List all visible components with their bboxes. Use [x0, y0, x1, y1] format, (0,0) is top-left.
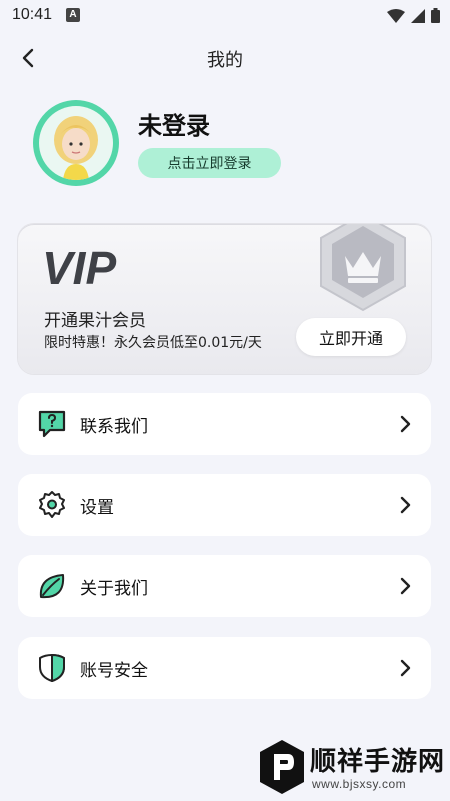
vip-logo-text: VIP — [42, 242, 116, 290]
vip-open-button[interactable]: 立即开通 — [296, 318, 406, 356]
avatar-image — [39, 106, 113, 180]
status-bar: 10:41 A — [0, 0, 450, 32]
menu-item-label: 账号安全 — [80, 660, 148, 681]
vip-title: 开通果汁会员 — [44, 311, 146, 331]
chevron-right-icon — [400, 659, 411, 677]
leaf-icon — [36, 570, 68, 602]
menu-item-label: 联系我们 — [80, 416, 148, 437]
menu-item-about[interactable]: 关于我们 — [18, 555, 431, 617]
notification-a-icon: A — [66, 8, 80, 22]
menu-item-contact[interactable]: 联系我们 — [18, 393, 431, 455]
vip-card[interactable]: VIP 开通果汁会员 限时特惠！永久会员低至0.01元/天 立即开通 — [18, 224, 431, 374]
wifi-icon — [387, 8, 405, 23]
avatar-girl-icon — [54, 116, 98, 180]
chevron-right-icon — [400, 496, 411, 514]
status-icons — [387, 8, 440, 23]
login-button[interactable]: 点击立即登录 — [138, 148, 281, 178]
cellular-icon — [411, 8, 425, 23]
shield-icon — [36, 652, 68, 684]
vip-logo: VIP — [42, 242, 116, 290]
user-name: 未登录 — [138, 112, 210, 140]
menu-item-label: 关于我们 — [80, 578, 148, 599]
menu-item-account-security[interactable]: 账号安全 — [18, 637, 431, 699]
watermark-brand: 顺祥手游网 — [310, 747, 446, 777]
chevron-right-icon — [400, 577, 411, 595]
vip-subtitle: 限时特惠！永久会员低至0.01元/天 — [44, 335, 262, 351]
watermark-url: www.bjsxsy.com — [312, 777, 407, 791]
gear-icon — [36, 489, 68, 521]
status-time: 10:41 — [12, 6, 53, 23]
chat-question-icon — [36, 408, 68, 440]
menu-item-settings[interactable]: 设置 — [18, 474, 431, 536]
watermark-logo-icon — [260, 740, 304, 794]
page-title: 我的 — [207, 50, 243, 71]
avatar[interactable] — [33, 100, 119, 186]
battery-icon — [431, 8, 440, 23]
crown-badge-icon — [320, 224, 406, 312]
chevron-right-icon — [400, 415, 411, 433]
menu-item-label: 设置 — [80, 497, 114, 518]
